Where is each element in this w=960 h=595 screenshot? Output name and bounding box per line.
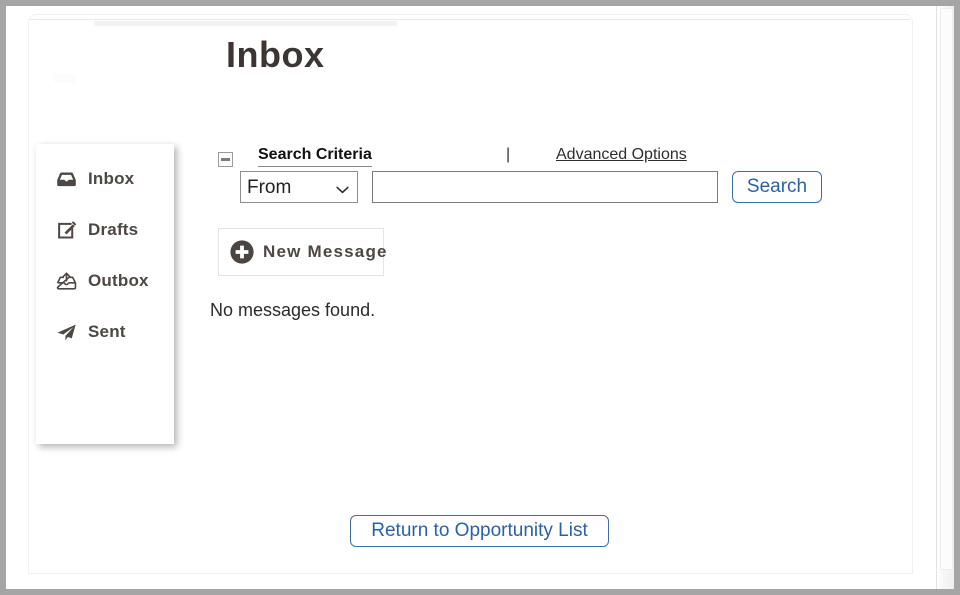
search-field-select[interactable]: From: [240, 171, 358, 203]
search-input[interactable]: [372, 171, 718, 203]
pencil-square-icon: [54, 219, 78, 241]
page-title: Inbox: [226, 34, 325, 75]
sidebar-item-sent[interactable]: Sent: [54, 321, 126, 343]
sidebar-item-label: Sent: [88, 322, 126, 341]
new-message-label: New Message: [263, 242, 388, 261]
plus-circle-icon: [229, 239, 255, 265]
top-bar-segment: [94, 21, 397, 26]
search-criteria-label: Search Criteria: [258, 146, 372, 167]
return-to-opportunity-list-button[interactable]: Return to Opportunity List: [350, 515, 609, 547]
top-divider-rule: [30, 19, 910, 20]
collapse-search-criteria-toggle[interactable]: [218, 152, 233, 167]
new-message-button[interactable]: New Message: [218, 228, 387, 276]
inbox-tray-icon: [54, 168, 78, 190]
sidebar-item-inbox[interactable]: Inbox: [54, 168, 134, 190]
outbox-upload-icon: [54, 270, 78, 292]
paper-plane-icon: [54, 321, 78, 343]
mail-folders-sidebar: Inbox Drafts Outbox Sent: [36, 144, 174, 444]
sidebar-item-label: Inbox: [88, 169, 135, 188]
browser-viewport: Inbox Inbox Drafts Outbox Sent Search Cr…: [6, 6, 954, 589]
advanced-options-link[interactable]: Advanced Options: [556, 146, 687, 164]
criteria-divider: |: [506, 146, 511, 163]
sidebar-item-outbox[interactable]: Outbox: [54, 270, 149, 292]
search-button[interactable]: Search: [732, 171, 822, 203]
faint-artifact: [54, 74, 76, 83]
page-content: Inbox Inbox Drafts Outbox Sent Search Cr…: [6, 6, 931, 589]
sidebar-item-drafts[interactable]: Drafts: [54, 219, 138, 241]
scrollbar-thumb[interactable]: [940, 8, 953, 570]
empty-state-message: No messages found.: [210, 300, 376, 320]
sidebar-item-label: Outbox: [88, 271, 149, 290]
vertical-scrollbar[interactable]: [936, 6, 954, 589]
sidebar-item-label: Drafts: [88, 220, 139, 239]
